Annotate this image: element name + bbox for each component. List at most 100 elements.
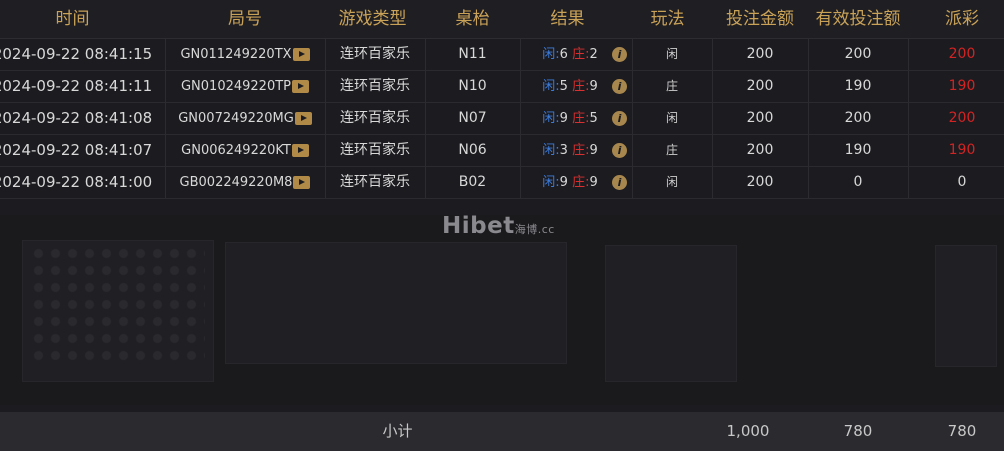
ghost-panel xyxy=(225,242,567,364)
player-label: 闲: xyxy=(542,175,560,190)
cell-valid-bet: 200 xyxy=(844,110,872,126)
cell-game-type: 连环百家乐 xyxy=(340,174,410,190)
banker-score: 9 xyxy=(589,175,598,190)
cell-round: GN011249220TX xyxy=(165,39,325,70)
cell-valid-bet: 190 xyxy=(844,142,872,158)
cell-result: 闲:6 庄:2 xyxy=(520,39,620,70)
ghost-panel xyxy=(605,245,737,382)
player-label: 闲: xyxy=(542,47,560,62)
cell-game-type: 连环百家乐 xyxy=(340,142,410,158)
cell-time: 2024-09-22 08:41:00 xyxy=(0,173,153,191)
info-icon[interactable]: i xyxy=(612,175,627,190)
info-icon[interactable]: i xyxy=(612,47,627,62)
cell-round: GN006249220KT xyxy=(165,135,325,166)
cell-table: N10 xyxy=(458,78,487,94)
banker-score: 2 xyxy=(589,47,598,62)
player-score: 3 xyxy=(559,143,568,158)
cell-method: 庄 xyxy=(665,143,678,157)
cell-payout: 0 xyxy=(957,174,967,190)
table-row[interactable]: 2024-09-22 08:41:15 GN011249220TX 连环百家乐 … xyxy=(0,39,1004,71)
cell-time: 2024-09-22 08:41:11 xyxy=(0,77,153,95)
banker-label: 庄: xyxy=(572,175,590,190)
cell-payout: 190 xyxy=(948,142,976,158)
play-video-icon[interactable] xyxy=(291,144,309,157)
cell-bet: 200 xyxy=(746,78,774,94)
banker-score: 9 xyxy=(589,79,598,94)
cell-time: 2024-09-22 08:41:08 xyxy=(0,109,153,127)
play-video-icon[interactable] xyxy=(294,112,312,125)
table-row[interactable]: 2024-09-22 08:41:08 GN007249220MG 连环百家乐 … xyxy=(0,103,1004,135)
cell-game-type: 连环百家乐 xyxy=(340,78,410,94)
table-row[interactable]: 2024-09-22 08:41:11 GN010249220TP 连环百家乐 … xyxy=(0,71,1004,103)
cell-round: GN010249220TP xyxy=(165,71,325,102)
cell-valid-bet: 200 xyxy=(844,46,872,62)
table-row[interactable]: 2024-09-22 08:41:00 GB002249220M8 连环百家乐 … xyxy=(0,167,1004,199)
cell-method: 闲 xyxy=(665,111,678,125)
play-video-icon[interactable] xyxy=(293,176,311,189)
table-header: 时间 局号 游戏类型 桌枱 结果 玩法 投注金额 有效投注额 派彩 xyxy=(0,0,1004,39)
banker-label: 庄: xyxy=(572,79,590,94)
cell-table: N11 xyxy=(458,46,487,62)
cell-result: 闲:9 庄:9 xyxy=(520,167,620,198)
cell-bet: 200 xyxy=(746,110,774,126)
header-result: 结果 xyxy=(550,9,585,29)
header-game-type: 游戏类型 xyxy=(338,9,407,29)
banker-score: 5 xyxy=(589,111,598,126)
banker-label: 庄: xyxy=(572,143,590,158)
cell-method: 闲 xyxy=(665,175,678,189)
info-icon[interactable]: i xyxy=(612,111,627,126)
header-round: 局号 xyxy=(228,9,262,29)
banker-score: 9 xyxy=(589,143,598,158)
player-score: 6 xyxy=(559,47,568,62)
banker-label: 庄: xyxy=(572,47,590,62)
cell-round: GB002249220M8 xyxy=(165,167,325,198)
round-id: GN007249220MG xyxy=(178,111,294,126)
play-video-icon[interactable] xyxy=(292,48,310,61)
cell-game-type: 连环百家乐 xyxy=(340,110,410,126)
round-id: GB002249220M8 xyxy=(179,175,293,190)
cell-table: B02 xyxy=(458,174,487,190)
header-valid-bet: 有效投注额 xyxy=(815,9,901,29)
cell-result: 闲:9 庄:5 xyxy=(520,103,620,134)
header-method: 玩法 xyxy=(650,9,685,29)
cell-round: GN007249220MG xyxy=(165,103,325,134)
player-score: 9 xyxy=(559,111,568,126)
cell-valid-bet: 0 xyxy=(853,174,863,190)
player-score: 9 xyxy=(559,175,568,190)
ghost-panel xyxy=(935,245,997,367)
cell-time: 2024-09-22 08:41:07 xyxy=(0,141,153,159)
cell-bet: 200 xyxy=(746,46,774,62)
player-label: 闲: xyxy=(542,111,560,126)
header-table: 桌枱 xyxy=(455,9,490,29)
ghost-roadmap xyxy=(30,245,205,365)
subtotal-bet: 1,000 xyxy=(726,422,770,440)
cell-game-type: 连环百家乐 xyxy=(340,46,410,62)
cell-method: 闲 xyxy=(665,47,678,61)
cell-table: N07 xyxy=(458,110,487,126)
cell-method: 庄 xyxy=(665,79,678,93)
round-id: GN010249220TP xyxy=(180,79,292,94)
table-row[interactable]: 2024-09-22 08:41:07 GN006249220KT 连环百家乐 … xyxy=(0,135,1004,167)
info-icon[interactable]: i xyxy=(612,143,627,158)
round-id: GN006249220KT xyxy=(181,143,291,158)
player-label: 闲: xyxy=(542,143,560,158)
player-score: 5 xyxy=(559,79,568,94)
round-id: GN011249220TX xyxy=(180,47,292,62)
banker-label: 庄: xyxy=(572,111,590,126)
cell-payout: 190 xyxy=(948,78,976,94)
play-video-icon[interactable] xyxy=(292,80,310,93)
cell-result: 闲:5 庄:9 xyxy=(520,71,620,102)
cell-result: 闲:3 庄:9 xyxy=(520,135,620,166)
header-bet: 投注金额 xyxy=(726,9,794,29)
cell-bet: 200 xyxy=(746,174,774,190)
subtotal-payout: 780 xyxy=(947,422,977,440)
cell-valid-bet: 190 xyxy=(844,78,872,94)
info-icon[interactable]: i xyxy=(612,79,627,94)
cell-time: 2024-09-22 08:41:15 xyxy=(0,45,153,63)
watermark-sub: 海博.cc xyxy=(514,223,555,236)
subtotal-bar: 小计 1,000 780 780 xyxy=(0,412,1004,451)
header-payout: 派彩 xyxy=(945,9,979,29)
subtotal-valid-bet: 780 xyxy=(843,422,873,440)
watermark-brand: Hibet xyxy=(442,213,515,239)
subtotal-label: 小计 xyxy=(382,422,413,440)
